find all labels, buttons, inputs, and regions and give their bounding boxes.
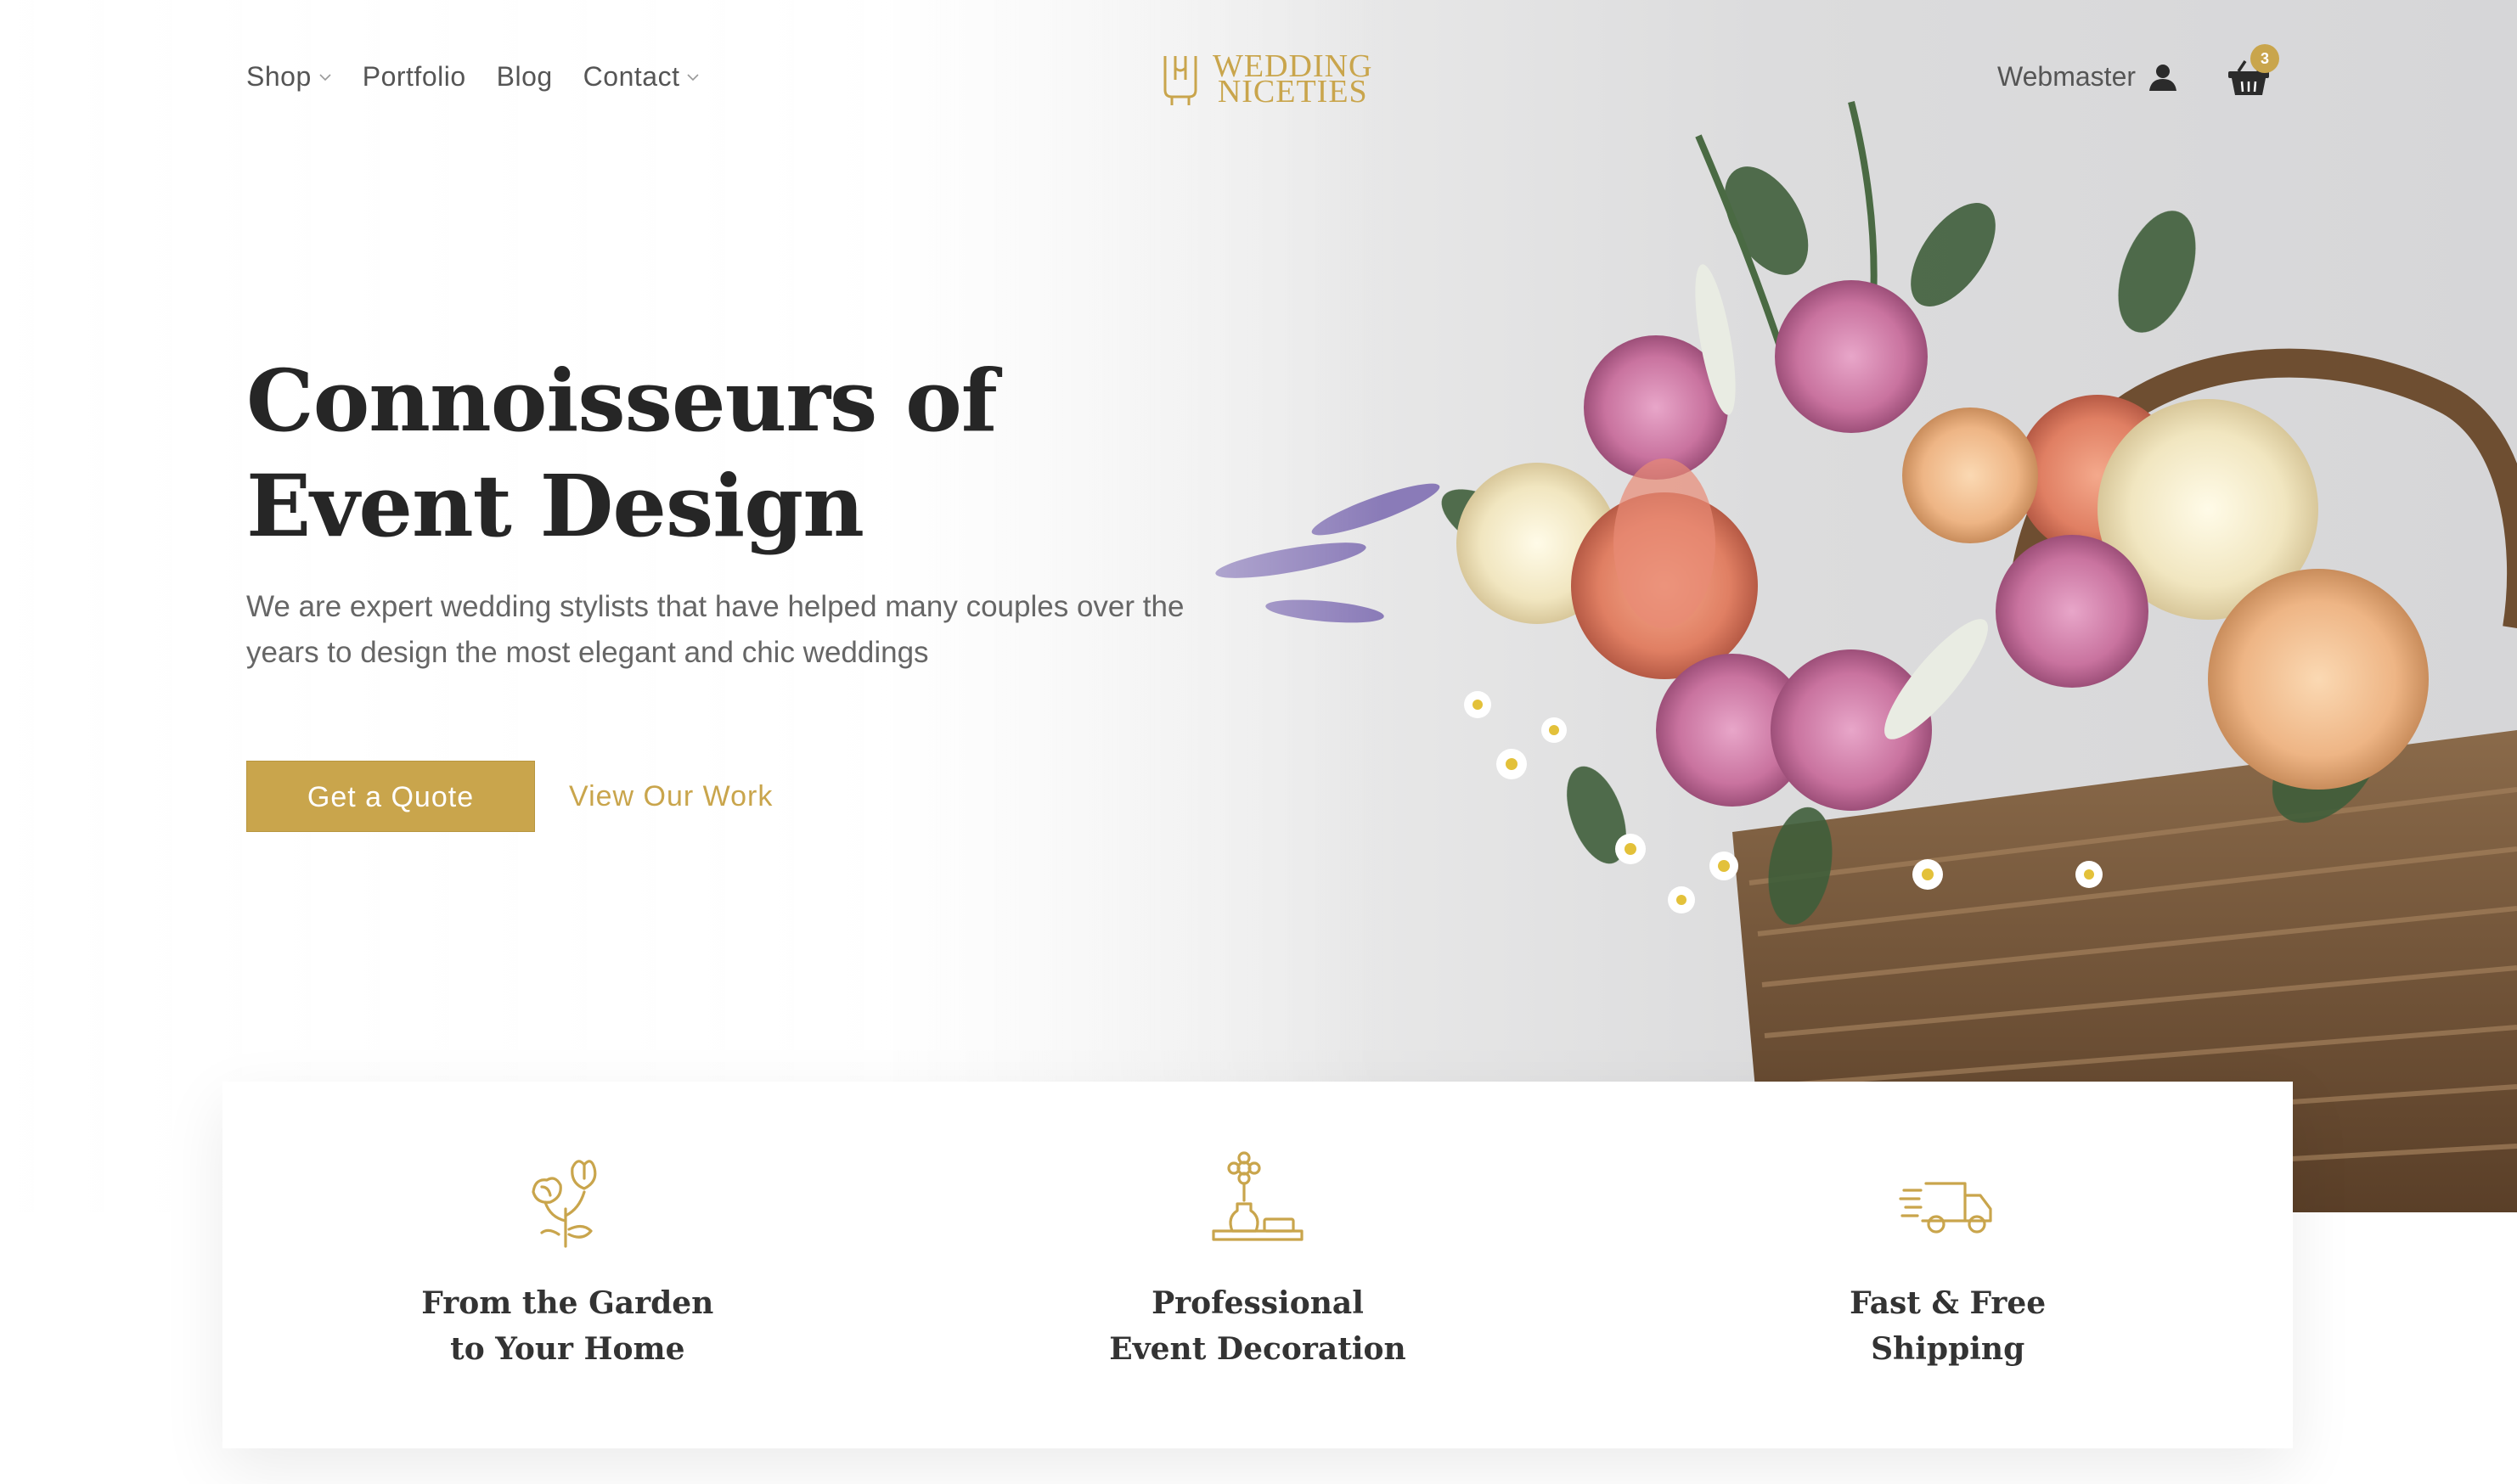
feature-item: From the Garden to Your Home: [222, 1082, 913, 1448]
view-work-link[interactable]: View Our Work: [569, 761, 773, 832]
site-logo[interactable]: WEDDING NICETIES: [1162, 50, 1373, 110]
logo-line-2: NICETIES: [1217, 74, 1368, 110]
nav-item-contact[interactable]: Contact: [583, 61, 701, 93]
main-nav: Shop Portfolio Blog Contact: [246, 61, 700, 93]
nav-item-shop[interactable]: Shop: [246, 61, 332, 93]
nav-item-blog[interactable]: Blog: [497, 61, 553, 93]
wn-monogram-icon: [1163, 56, 1197, 105]
cart-count-badge: 3: [2250, 44, 2279, 73]
logo-text: WEDDING NICETIES: [1213, 50, 1373, 110]
feature-item: Fast & Free Shipping: [1602, 1082, 2293, 1448]
nav-item-label: Shop: [246, 61, 312, 92]
delivery-truck-icon: [1899, 1182, 1992, 1234]
account-link[interactable]: Webmaster: [1997, 61, 2178, 93]
chevron-down-icon: [319, 73, 331, 81]
nav-item-label: Contact: [583, 61, 680, 92]
hero-title: Connoisseurs of Event Design: [246, 351, 998, 556]
nav-item-label: Portfolio: [362, 61, 466, 92]
get-quote-button[interactable]: Get a Quote: [246, 761, 535, 832]
feature-title: Professional Event Decoration: [1109, 1285, 1406, 1367]
feature-title: Fast & Free Shipping: [1850, 1285, 2047, 1367]
hero-subtitle: We are expert wedding stylists that have…: [246, 590, 1185, 669]
nav-item-label: Blog: [496, 61, 553, 92]
user-icon: [2149, 64, 2177, 91]
feature-title: From the Garden to Your Home: [421, 1285, 714, 1367]
vase-decoration-icon: [1212, 1151, 1304, 1241]
feature-item: Professional Event Decoration: [913, 1082, 1603, 1448]
nav-item-portfolio[interactable]: Portfolio: [363, 61, 466, 93]
site-header: Shop Portfolio Blog Contact WEDDING NICE…: [0, 0, 2517, 161]
features-card: From the Garden to Your Home Professiona…: [222, 1082, 2293, 1448]
account-label: Webmaster: [1997, 61, 2137, 92]
chevron-down-icon: [687, 73, 700, 81]
flowers-icon: [532, 1160, 597, 1248]
